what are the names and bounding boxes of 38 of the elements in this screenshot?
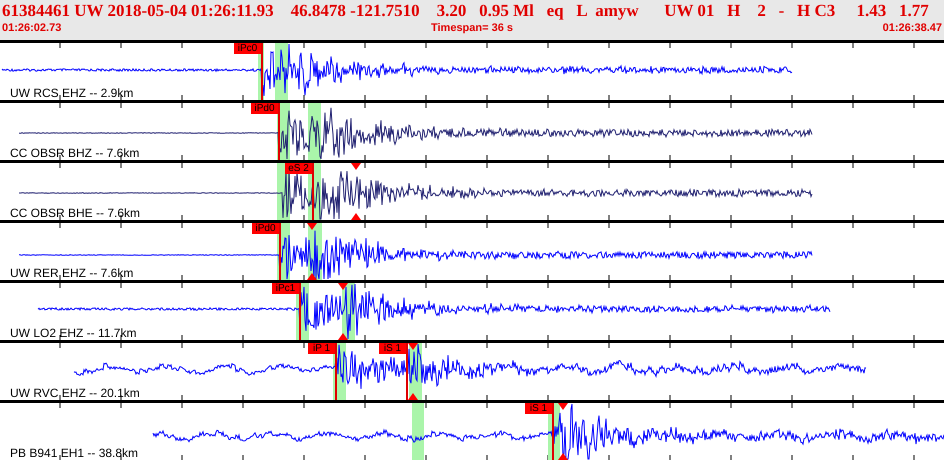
highlight-band bbox=[412, 403, 424, 460]
pick-label[interactable]: iS 1 bbox=[379, 343, 406, 354]
pick-line bbox=[312, 163, 314, 220]
end-time: 01:26:38.47 bbox=[882, 21, 942, 35]
triangle-icon bbox=[558, 403, 568, 410]
station-label: UW RCS EHZ -- 2.9km bbox=[10, 86, 134, 100]
triangle-icon bbox=[408, 393, 418, 400]
pick-line bbox=[406, 343, 408, 400]
triangle-icon bbox=[338, 333, 348, 340]
station-label: UW RVC EHZ -- 20.1km bbox=[10, 386, 140, 400]
station-label: CC OBSR BHE -- 7.6km bbox=[10, 206, 140, 220]
pick-label[interactable]: iPd0 bbox=[251, 103, 278, 114]
pick-label[interactable]: iS 1 bbox=[525, 403, 552, 414]
pick-label[interactable]: iPc0 bbox=[234, 43, 261, 54]
station-label: CC OBSR BHZ -- 7.6km bbox=[10, 146, 140, 160]
triangle-icon bbox=[351, 213, 361, 220]
event-summary: 61384461 UW 2018-05-04 01:26:11.93 46.8478 -121.7510 3.20 0.95 Ml eq L amyw UW 01 H 2 - H C3 1.43 1.77 bbox=[2, 0, 930, 21]
triangle-icon bbox=[558, 453, 568, 460]
pick-line bbox=[299, 283, 301, 340]
triangle-icon bbox=[338, 283, 348, 290]
pick-line bbox=[552, 403, 554, 460]
triangle-icon bbox=[307, 223, 317, 230]
station-label: UW LO2 EHZ -- 11.7km bbox=[10, 326, 136, 340]
triangle-icon bbox=[408, 343, 418, 350]
pick-line bbox=[261, 43, 263, 100]
pick-label[interactable]: iP 1 bbox=[308, 343, 335, 354]
triangle-icon bbox=[351, 163, 361, 170]
station-label: PB B941 EH1 -- 38.8km bbox=[10, 446, 138, 460]
pick-label[interactable]: iPd0 bbox=[252, 223, 279, 234]
pick-line bbox=[279, 223, 281, 280]
triangle-icon bbox=[307, 273, 317, 280]
pick-label[interactable]: eS 2 bbox=[285, 163, 312, 174]
timespan: Timespan= 36 s bbox=[430, 21, 514, 35]
station-label: UW RER EHZ -- 7.6km bbox=[10, 266, 134, 280]
pick-line bbox=[335, 343, 337, 400]
pick-label[interactable]: iPc1 bbox=[272, 283, 299, 294]
pick-line bbox=[278, 103, 280, 160]
start-time: 01:26:02.73 bbox=[2, 21, 62, 35]
